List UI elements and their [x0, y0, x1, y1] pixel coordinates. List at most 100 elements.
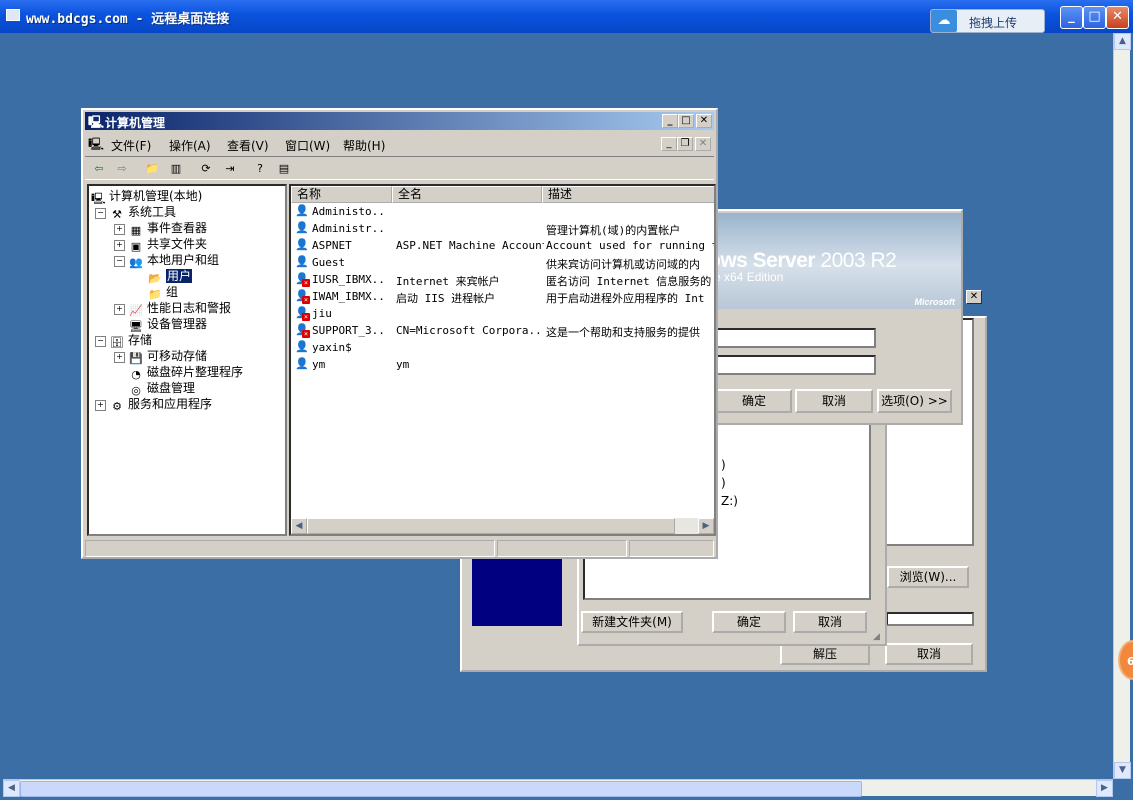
- user-row[interactable]: 👤×SUPPORT_3... CN=Microsoft Corpora...这是一…: [291, 322, 714, 339]
- column-header-fullname[interactable]: 全名: [392, 186, 542, 203]
- show-hide-tree-icon[interactable]: ▥: [167, 161, 185, 178]
- tree-node[interactable]: ◔ 磁盘碎片整理程序: [114, 364, 243, 381]
- tree-node[interactable]: + ▣ 共享文件夹: [114, 236, 207, 253]
- expand-icon[interactable]: +: [114, 304, 125, 315]
- username-input[interactable]: [716, 328, 876, 348]
- tree-node-label: 用户: [166, 269, 193, 283]
- cloud-upload-icon: ☁: [931, 10, 957, 32]
- drive-item[interactable]: ): [721, 476, 726, 490]
- list-horizontal-scrollbar[interactable]: ◀ ▶: [291, 518, 714, 534]
- new-folder-button[interactable]: 新建文件夹(M): [581, 611, 683, 633]
- user-row[interactable]: 👤 Administr... 管理计算机(域)的内置帐户: [291, 220, 714, 237]
- child-close-button[interactable]: ✕: [695, 137, 711, 151]
- user-row[interactable]: 👤×IWAM_IBMX... 启动 IIS 进程帐户 用于启动进程外应用程序的 In…: [291, 288, 714, 305]
- user-name: jiu: [312, 307, 332, 320]
- tree-node[interactable]: 📂 用户: [133, 268, 193, 285]
- export-list-icon[interactable]: ⇥: [221, 161, 239, 178]
- user-row[interactable]: 👤×jiu: [291, 305, 714, 322]
- upload-button[interactable]: ☁ 拖拽上传: [930, 9, 1045, 33]
- user-icon: 👤: [295, 357, 309, 370]
- help-icon[interactable]: ?: [251, 161, 269, 178]
- cm-minimize-button[interactable]: _: [662, 114, 678, 128]
- tree-node[interactable]: + ▦ 事件查看器: [114, 220, 207, 237]
- logon-ok-button[interactable]: 确定: [716, 389, 792, 413]
- menu-window[interactable]: 窗口(W): [285, 137, 330, 154]
- list-scroll-thumb[interactable]: [307, 518, 675, 534]
- expand-icon[interactable]: +: [95, 400, 106, 411]
- scroll-left-arrow[interactable]: ◀: [3, 780, 20, 797]
- tree-node-label: 可移动存储: [147, 349, 208, 363]
- user-name: yaxin$: [312, 341, 352, 354]
- tree-node[interactable]: − 🗄 存储: [95, 332, 152, 349]
- browse-cancel-button[interactable]: 取消: [793, 611, 867, 633]
- password-input[interactable]: [716, 355, 876, 375]
- extract-button[interactable]: 解压: [780, 643, 870, 665]
- collapse-icon[interactable]: −: [95, 208, 106, 219]
- properties-icon[interactable]: ▤: [275, 161, 293, 178]
- cm-close-button[interactable]: ✕: [696, 114, 712, 128]
- tree-node[interactable]: 🖳 计算机管理(本地): [91, 188, 202, 205]
- refresh-icon[interactable]: ⟳: [197, 161, 215, 178]
- tree-node[interactable]: + ⚙ 服务和应用程序: [95, 396, 212, 413]
- tree-node[interactable]: − ⚒ 系统工具: [95, 204, 176, 221]
- menu-action[interactable]: 操作(A): [169, 137, 211, 154]
- expand-icon[interactable]: +: [114, 352, 125, 363]
- scroll-down-arrow[interactable]: ▼: [1114, 762, 1131, 779]
- rdp-close-button[interactable]: ✕: [1106, 6, 1129, 29]
- tree-node[interactable]: 🖥 设备管理器: [114, 316, 208, 333]
- rdp-minimize-button[interactable]: _: [1060, 6, 1083, 29]
- user-rows: 👤 Administo... 👤 Administr... 管理计算机(域)的内置帐户 👤…: [291, 203, 714, 515]
- banner-version: 2003 R2: [815, 249, 897, 272]
- rdp-maximize-button[interactable]: □: [1083, 6, 1106, 29]
- browse-ok-button[interactable]: 确定: [712, 611, 786, 633]
- collapse-icon[interactable]: −: [114, 256, 125, 267]
- child-restore-button[interactable]: ❐: [677, 137, 693, 151]
- column-header-name[interactable]: 名称: [291, 186, 392, 203]
- list-scroll-left-arrow[interactable]: ◀: [291, 518, 307, 534]
- user-row[interactable]: 👤 ASPNET ASP.NET Machine Account Account us…: [291, 237, 714, 254]
- status-pane: [85, 540, 495, 557]
- user-fullname: ym: [396, 358, 410, 371]
- menu-help[interactable]: 帮助(H): [343, 137, 385, 154]
- list-scroll-right-arrow[interactable]: ▶: [698, 518, 714, 534]
- tree-node[interactable]: − 👥 本地用户和组: [114, 252, 219, 269]
- logon-dialog: ows Server 2003 R2 se x64 Edition Micros…: [700, 209, 963, 425]
- tree-node[interactable]: 📁 组: [133, 284, 178, 301]
- back-arrow-icon[interactable]: ⇦: [90, 161, 108, 178]
- rdp-horizontal-scrollbar[interactable]: ◀ ▶: [3, 779, 1113, 797]
- forward-arrow-icon[interactable]: ⇨: [113, 161, 131, 178]
- tree-node-label: 设备管理器: [147, 317, 208, 331]
- scroll-thumb[interactable]: [20, 781, 862, 797]
- tree-node[interactable]: + 📈 性能日志和警报: [114, 300, 231, 317]
- up-folder-icon[interactable]: 📁: [143, 161, 161, 178]
- logon-options-button[interactable]: 选项(O) >>: [877, 389, 952, 413]
- user-description: 用于启动进程外应用程序的 Int: [546, 292, 705, 305]
- scroll-up-arrow[interactable]: ▲: [1114, 33, 1131, 50]
- user-row[interactable]: 👤 ym ym: [291, 356, 714, 373]
- expand-icon[interactable]: +: [114, 224, 125, 235]
- menu-view[interactable]: 查看(V): [227, 137, 269, 154]
- user-row[interactable]: 👤×IUSR_IBMX... Internet 来宾帐户 匿名访问 Internet…: [291, 271, 714, 288]
- cm-maximize-button[interactable]: □: [678, 114, 694, 128]
- resize-grip-icon[interactable]: ◢: [873, 632, 883, 642]
- extract-cancel-button[interactable]: 取消: [885, 643, 973, 665]
- scroll-right-arrow[interactable]: ▶: [1096, 780, 1113, 797]
- menu-file[interactable]: 文件(F): [111, 137, 151, 154]
- column-header-description[interactable]: 描述: [542, 186, 714, 203]
- collapse-icon[interactable]: −: [95, 336, 106, 347]
- tree-node[interactable]: + 💾 可移动存储: [114, 348, 208, 365]
- browse-button[interactable]: 浏览(W)...: [887, 566, 969, 588]
- user-name: IWAM_IBMX...: [312, 290, 384, 303]
- tree-node[interactable]: ◎ 磁盘管理: [114, 380, 195, 397]
- user-row[interactable]: 👤 Administo...: [291, 203, 714, 220]
- child-minimize-button[interactable]: _: [661, 137, 677, 151]
- logon-cancel-button[interactable]: 取消: [795, 389, 873, 413]
- extract-close-button[interactable]: ✕: [966, 290, 982, 304]
- user-row[interactable]: 👤 Guest 供来宾访问计算机或访问域的内: [291, 254, 714, 271]
- expand-icon[interactable]: +: [114, 240, 125, 251]
- drive-item[interactable]: Z:): [721, 494, 738, 508]
- user-description: 供来宾访问计算机或访问域的内: [546, 258, 700, 271]
- user-icon: 👤: [295, 221, 309, 234]
- drive-item[interactable]: ): [721, 458, 726, 472]
- user-row[interactable]: 👤 yaxin$: [291, 339, 714, 356]
